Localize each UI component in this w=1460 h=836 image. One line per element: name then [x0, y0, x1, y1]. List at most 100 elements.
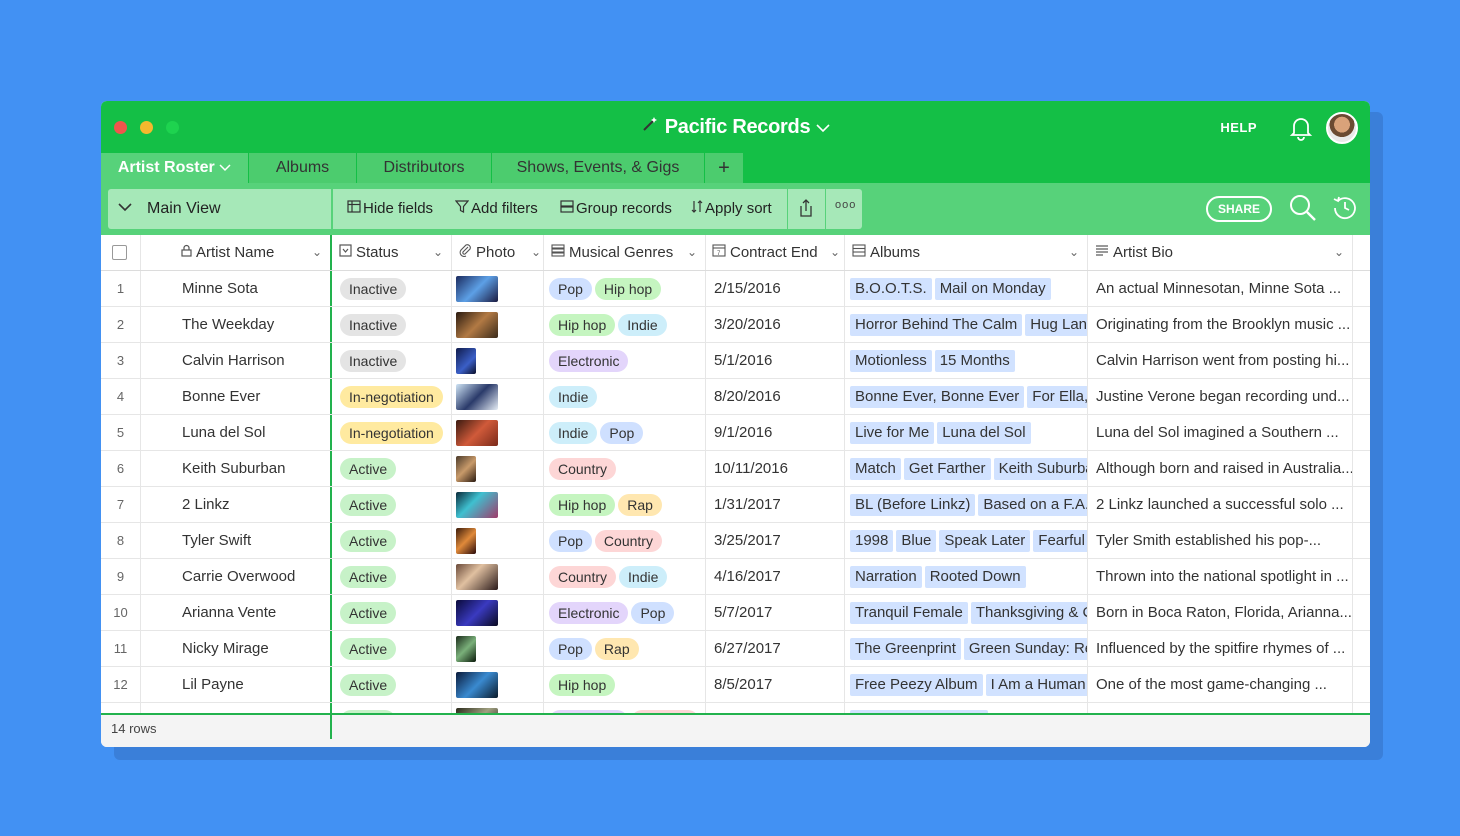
- status-cell[interactable]: Inactive: [332, 307, 452, 342]
- status-cell[interactable]: Active: [332, 595, 452, 630]
- table-row[interactable]: 5 Luna del Sol In-negotiation Indie Pop 9/1/2…: [101, 415, 1370, 451]
- albums-cell[interactable]: Narration Rooted Down: [845, 559, 1088, 594]
- status-cell[interactable]: Inactive: [332, 271, 452, 306]
- table-row[interactable]: 4 Bonne Ever In-negotiation Indie 8/20/2016 B…: [101, 379, 1370, 415]
- status-cell[interactable]: Active: [332, 487, 452, 522]
- status-cell[interactable]: Active: [332, 631, 452, 666]
- albums-cell[interactable]: Live for Me Luna del Sol: [845, 415, 1088, 450]
- albums-cell[interactable]: B.O.O.T.S. Mail on Monday: [845, 271, 1088, 306]
- column-header-artist-bio[interactable]: Artist Bio ⌄: [1088, 235, 1353, 270]
- share-view-icon[interactable]: [798, 198, 814, 222]
- column-header-musical-genres[interactable]: Musical Genres ⌄: [544, 235, 706, 270]
- artist-photo-thumbnail[interactable]: [456, 600, 498, 627]
- contract-end-cell[interactable]: 8/20/2016: [706, 379, 845, 414]
- genres-cell[interactable]: Pop Rap: [544, 631, 706, 666]
- status-cell[interactable]: In-negotiation: [332, 415, 452, 450]
- artist-bio-cell[interactable]: An actual Minnesotan, Minne Sota ...: [1088, 271, 1353, 306]
- albums-cell[interactable]: Horror Behind The CalmHug Land: [845, 307, 1088, 342]
- column-header-photo[interactable]: Photo ⌄: [452, 235, 544, 270]
- contract-end-cell[interactable]: 4/16/2017: [706, 559, 845, 594]
- table-row[interactable]: 6 Keith Suburban Active Country 10/11/2016 Ma…: [101, 451, 1370, 487]
- artist-bio-cell[interactable]: Originating from the Brooklyn music ...: [1088, 307, 1353, 342]
- photo-cell[interactable]: [452, 379, 544, 414]
- table-row[interactable]: 9 Carrie Overwood Active Country Indie 4/16/2…: [101, 559, 1370, 595]
- status-cell[interactable]: Active: [332, 523, 452, 558]
- tab-distributors[interactable]: Distributors: [357, 153, 492, 183]
- genres-cell[interactable]: Indie: [544, 379, 706, 414]
- help-link[interactable]: HELP: [1220, 120, 1257, 135]
- artist-name-cell[interactable]: Luna del Sol: [141, 415, 332, 450]
- artist-name-cell[interactable]: Keith Suburban: [141, 451, 332, 486]
- artist-name-cell[interactable]: Calvin Harrison: [141, 343, 332, 378]
- contract-end-cell[interactable]: 1/31/2017: [706, 487, 845, 522]
- genres-cell[interactable]: Country: [544, 451, 706, 486]
- genres-cell[interactable]: Country Indie: [544, 559, 706, 594]
- albums-cell[interactable]: 1998 Blue Speak Later Fearful: [845, 523, 1088, 558]
- photo-cell[interactable]: [452, 523, 544, 558]
- artist-bio-cell[interactable]: Tyler Smith established his pop-...: [1088, 523, 1353, 558]
- artist-name-cell[interactable]: The Weekday: [141, 307, 332, 342]
- artist-photo-thumbnail[interactable]: [456, 456, 476, 483]
- tab-artist-roster[interactable]: Artist Roster: [101, 153, 249, 183]
- contract-end-cell[interactable]: 3/25/2017: [706, 523, 845, 558]
- tab-albums[interactable]: Albums: [249, 153, 357, 183]
- artist-name-cell[interactable]: Tyler Swift: [141, 523, 332, 558]
- genres-cell[interactable]: Hip hop Rap: [544, 487, 706, 522]
- photo-cell[interactable]: [452, 271, 544, 306]
- artist-name-cell[interactable]: Lil Payne: [141, 667, 332, 702]
- column-header-contract-end[interactable]: 7 Contract End ⌄: [706, 235, 845, 270]
- contract-end-cell[interactable]: 8/5/2017: [706, 667, 845, 702]
- table-row[interactable]: 1 Minne Sota Inactive Pop Hip hop 2/15/2016 B.…: [101, 271, 1370, 307]
- photo-cell[interactable]: [452, 667, 544, 702]
- photo-cell[interactable]: [452, 487, 544, 522]
- artist-photo-thumbnail[interactable]: [456, 672, 498, 699]
- albums-cell[interactable]: Bonne Ever, Bonne EverFor Ella, F: [845, 379, 1088, 414]
- column-header-artist-name[interactable]: Artist Name ⌄: [141, 235, 332, 270]
- table-row[interactable]: 7 2 Linkz Active Hip hop Rap 1/31/2017 BL (Bef…: [101, 487, 1370, 523]
- select-all-checkbox[interactable]: [112, 245, 127, 260]
- artist-bio-cell[interactable]: Although born and raised in Australia...: [1088, 451, 1353, 486]
- artist-name-cell[interactable]: Minne Sota: [141, 271, 332, 306]
- tab-shows-events-gigs[interactable]: Shows, Events, & Gigs: [492, 153, 705, 183]
- artist-bio-cell[interactable]: Thrown into the national spotlight in ..…: [1088, 559, 1353, 594]
- table-row[interactable]: 11 Nicky Mirage Active Pop Rap 6/27/2017 The G…: [101, 631, 1370, 667]
- hide-fields-button[interactable]: Hide fields: [347, 200, 433, 217]
- artist-photo-thumbnail[interactable]: [456, 492, 498, 519]
- bell-icon[interactable]: [1288, 114, 1314, 142]
- artist-name-cell[interactable]: Nicky Mirage: [141, 631, 332, 666]
- status-cell[interactable]: Active: [332, 667, 452, 702]
- base-title-button[interactable]: Pacific Records: [101, 115, 1370, 139]
- status-cell[interactable]: In-negotiation: [332, 379, 452, 414]
- artist-photo-thumbnail[interactable]: [456, 420, 498, 447]
- albums-cell[interactable]: Tranquil FemaleThanksgiving & Ch: [845, 595, 1088, 630]
- column-header-status[interactable]: Status ⌄: [332, 235, 452, 270]
- contract-end-cell[interactable]: 10/11/2016: [706, 451, 845, 486]
- artist-name-cell[interactable]: Bonne Ever: [141, 379, 332, 414]
- add-filters-button[interactable]: Add filters: [454, 200, 538, 217]
- contract-end-cell[interactable]: 2/15/2016: [706, 271, 845, 306]
- genres-cell[interactable]: Pop Country: [544, 523, 706, 558]
- contract-end-cell[interactable]: 3/20/2016: [706, 307, 845, 342]
- albums-cell[interactable]: Match Get Farther Keith Suburba: [845, 451, 1088, 486]
- group-records-button[interactable]: Group records: [560, 200, 672, 217]
- column-header-albums[interactable]: Albums ⌄: [845, 235, 1088, 270]
- artist-photo-thumbnail[interactable]: [456, 276, 498, 303]
- status-cell[interactable]: Inactive: [332, 343, 452, 378]
- status-cell[interactable]: Active: [332, 451, 452, 486]
- albums-cell[interactable]: The Greenprint Green Sunday: Rel: [845, 631, 1088, 666]
- albums-cell[interactable]: BL (Before Linkz) Based on a F.A.L: [845, 487, 1088, 522]
- contract-end-cell[interactable]: 5/1/2016: [706, 343, 845, 378]
- table-row[interactable]: 12 Lil Payne Active Hip hop 8/5/2017 Free Pee…: [101, 667, 1370, 703]
- artist-bio-cell[interactable]: Luna del Sol imagined a Southern ...: [1088, 415, 1353, 450]
- apply-sort-button[interactable]: Apply sort: [691, 200, 772, 217]
- table-row[interactable]: 10 Arianna Vente Active Electronic Pop 5/7/20…: [101, 595, 1370, 631]
- artist-bio-cell[interactable]: Calvin Harrison went from posting hi...: [1088, 343, 1353, 378]
- artist-photo-thumbnail[interactable]: [456, 348, 476, 375]
- photo-cell[interactable]: [452, 595, 544, 630]
- albums-cell[interactable]: Free Peezy AlbumI Am a Human E: [845, 667, 1088, 702]
- more-options-button[interactable]: ooo: [835, 199, 856, 211]
- history-icon[interactable]: [1330, 193, 1360, 223]
- genres-cell[interactable]: Hip hop: [544, 667, 706, 702]
- view-selector[interactable]: Main View: [108, 189, 331, 229]
- photo-cell[interactable]: [452, 307, 544, 342]
